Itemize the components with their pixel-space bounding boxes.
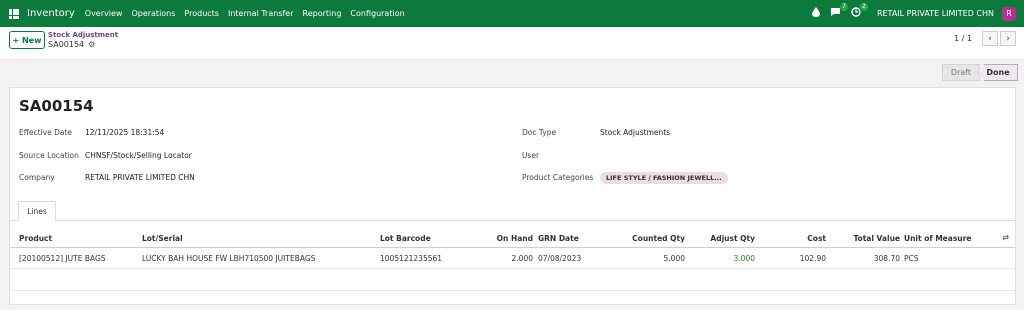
gear-icon[interactable]: ⚙: [88, 40, 95, 49]
column-total-value[interactable]: Total Value: [840, 234, 900, 243]
systray: 7 2 RETAIL PRIVATE LIMITED CHN R: [811, 0, 1016, 27]
column-settings-icon[interactable]: ⇄: [1002, 233, 1009, 242]
chevron-right-icon[interactable]: ›: [1000, 31, 1016, 46]
form-sheet: SA00154 Effective Date 12/11/2025 18:31:…: [9, 87, 1016, 305]
menu-item-products[interactable]: Products: [184, 9, 219, 18]
column-on-hand[interactable]: On Hand: [480, 234, 533, 243]
cell-counted-qty[interactable]: 5.000: [620, 254, 685, 263]
chat-badge: 7: [840, 3, 848, 11]
cell-on-hand[interactable]: 2.000: [480, 254, 533, 263]
doc-type-field[interactable]: Stock Adjustments: [600, 128, 670, 137]
new-button[interactable]: + New: [9, 31, 45, 49]
apps-grid-icon[interactable]: [9, 8, 19, 19]
stage-draft[interactable]: Draft: [942, 64, 980, 81]
company-field[interactable]: RETAIL PRIVATE LIMITED CHN: [85, 173, 195, 182]
drop-icon[interactable]: [811, 7, 820, 20]
pager-value[interactable]: 1 / 1: [954, 34, 972, 43]
app-name[interactable]: Inventory: [27, 8, 75, 19]
column-counted-qty[interactable]: Counted Qty: [620, 234, 685, 243]
activity-icon[interactable]: 2: [851, 3, 868, 20]
doc-type-label: Doc Type: [522, 128, 557, 137]
breadcrumb-parent[interactable]: Stock Adjustment: [48, 31, 118, 39]
menu-item-operations[interactable]: Operations: [131, 9, 175, 18]
company-label: Company: [19, 173, 55, 182]
tab-lines[interactable]: Lines: [18, 201, 56, 222]
company-switcher[interactable]: RETAIL PRIVATE LIMITED CHN: [877, 9, 994, 18]
menu-item-reporting[interactable]: Reporting: [303, 9, 342, 18]
column-lot-barcode[interactable]: Lot Barcode: [380, 234, 431, 243]
cell-unit-of-measure[interactable]: PCS: [904, 254, 919, 263]
breadcrumb: SA00154 ⚙: [48, 40, 95, 49]
table-header: Product Lot/Serial Lot Barcode On Hand G…: [10, 228, 1015, 248]
source-location-label: Source Location: [19, 151, 79, 160]
activity-badge: 2: [860, 3, 868, 11]
product-categories-label: Product Categories: [522, 173, 594, 182]
main-menu: Overview Operations Products Internal Tr…: [85, 9, 414, 18]
table-row[interactable]: [20100512] JUTE BAGS LUCKY BAH HOUSE FW …: [10, 248, 1015, 269]
cell-adjust-qty[interactable]: 3.000: [700, 254, 755, 263]
cell-total-value[interactable]: 308.70: [840, 254, 900, 263]
column-grn-date[interactable]: GRN Date: [538, 234, 579, 243]
chat-icon[interactable]: 7: [830, 3, 848, 20]
column-adjust-qty[interactable]: Adjust Qty: [700, 234, 755, 243]
table-footer: [10, 269, 1015, 291]
cell-product[interactable]: [20100512] JUTE BAGS: [19, 254, 106, 263]
breadcrumb-current: SA00154: [48, 40, 85, 49]
stage-done[interactable]: Done: [978, 64, 1018, 81]
control-panel: + New Stock Adjustment SA00154 ⚙ 1 / 1 ‹…: [0, 27, 1024, 60]
menu-item-overview[interactable]: Overview: [85, 9, 123, 18]
top-navbar: Inventory Overview Operations Products I…: [0, 0, 1024, 27]
source-location-field[interactable]: CHNSF/Stock/Selling Locator: [85, 151, 192, 160]
cell-lot-serial[interactable]: LUCKY BAH HOUSE FW LBH710500 JUITEBAGS: [142, 254, 315, 263]
chevron-left-icon[interactable]: ‹: [982, 31, 998, 46]
notebook-tabs: Lines: [10, 201, 1015, 222]
product-category-tag[interactable]: LIFE STYLE / FASHION JEWELL...: [600, 172, 728, 184]
column-lot-serial[interactable]: Lot/Serial: [142, 234, 183, 243]
column-cost[interactable]: Cost: [780, 234, 826, 243]
cell-lot-barcode[interactable]: 1005121235561: [380, 254, 442, 263]
record-title: SA00154: [19, 97, 94, 115]
status-bar: Draft Done: [0, 60, 1024, 87]
effective-date-field[interactable]: 12/11/2025 18:31:54: [85, 128, 164, 137]
avatar[interactable]: R: [1002, 6, 1016, 21]
cell-grn-date[interactable]: 07/08/2023: [538, 254, 581, 263]
column-unit-of-measure[interactable]: Unit of Measure: [904, 234, 971, 243]
column-product[interactable]: Product: [19, 234, 52, 243]
menu-item-internal-transfer[interactable]: Internal Transfer: [228, 9, 294, 18]
cell-cost[interactable]: 102.90: [780, 254, 826, 263]
effective-date-label: Effective Date: [19, 128, 73, 137]
user-label: User: [522, 151, 540, 160]
menu-item-configuration[interactable]: Configuration: [350, 9, 404, 18]
